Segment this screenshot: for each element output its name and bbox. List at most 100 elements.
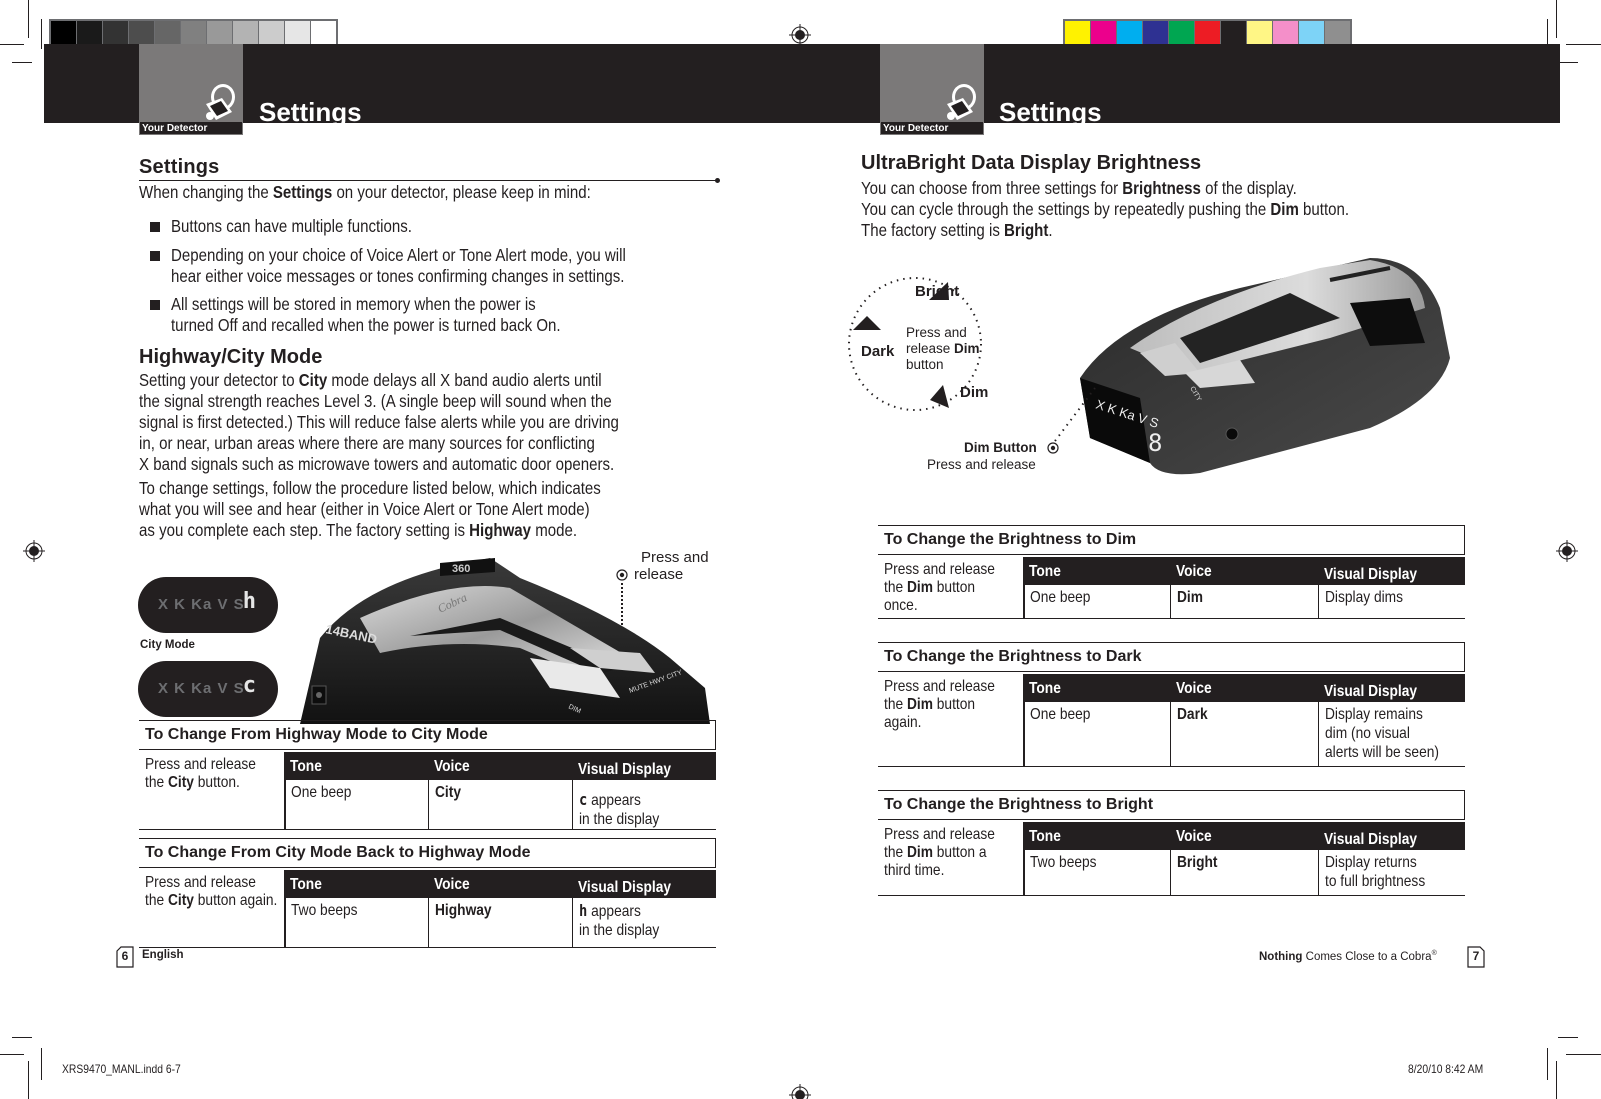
button-target-icon — [616, 569, 628, 581]
visual-line: dim (no visual — [1325, 724, 1465, 743]
page-number: 7 — [1472, 949, 1480, 963]
table-instruction: Press and release the City button. — [139, 752, 284, 792]
header-text: Voice — [434, 876, 470, 893]
text-line: signal is first detected.) This will red… — [139, 412, 697, 433]
text: in the display — [579, 811, 660, 828]
crop-mark — [12, 1037, 32, 1038]
line-content: You can cycle through the settings by re… — [861, 199, 1349, 220]
display-digit: 8 — [1148, 429, 1162, 457]
crop-mark — [41, 1048, 42, 1080]
city-display-illustration: X K Ka V S c — [138, 661, 278, 717]
bullet-icon — [150, 251, 160, 261]
header-text: Voice — [1176, 828, 1213, 845]
text: button. — [1298, 199, 1350, 219]
text: One beep — [1030, 706, 1091, 723]
state-bright: Bright — [915, 283, 960, 300]
procedure-table: To Change the Brightness to Bright Press … — [878, 790, 1465, 896]
text-line: To change settings, follow the procedure… — [139, 478, 676, 499]
crop-mark — [41, 19, 42, 49]
crop-mark — [0, 1054, 24, 1055]
dim-button-callout-sub: Press and release — [927, 457, 1036, 472]
text-line: The factory setting is Bright. — [861, 220, 1429, 241]
page-number: 6 — [121, 949, 129, 963]
voice-cell: Dark — [1170, 702, 1317, 766]
instruction-line: the City button. — [145, 774, 284, 792]
highway-city-paragraph: Setting your detector to City mode delay… — [139, 370, 697, 475]
text: To change settings, follow the procedure… — [139, 478, 601, 498]
bold-text: Bright — [1177, 854, 1218, 871]
text: of the display. — [1200, 178, 1297, 198]
header-text: Visual Display — [1323, 683, 1417, 700]
table-title-text: To Change the Brightness to Bright — [884, 796, 1154, 813]
text: Press and release — [145, 756, 256, 773]
state-dim: Dim — [960, 384, 989, 401]
text: One beep — [1030, 589, 1091, 606]
table-title: To Change the Brightness to Bright — [878, 791, 1465, 820]
header-text: Visual Display — [578, 879, 672, 896]
header-text: Voice — [434, 758, 470, 775]
text: the City button. — [145, 774, 240, 792]
text: Press and release — [884, 561, 995, 578]
text: the — [145, 892, 168, 909]
procedure-paragraph: To change settings, follow the procedure… — [139, 478, 676, 541]
line-content: the signal strength reaches Level 3. (A … — [139, 391, 612, 412]
instruction-line: once. — [884, 597, 1023, 615]
header-text: Voice — [1176, 680, 1213, 697]
voice-cell: City — [428, 780, 572, 829]
table-instruction: Press and release the Dim button once. — [878, 557, 1023, 615]
heading-rule — [139, 180, 717, 181]
header-text: Visual Display — [1323, 566, 1417, 583]
settings-bullet: All settings will be stored in memory wh… — [171, 294, 561, 335]
bold-text: City — [167, 774, 194, 791]
text: the — [884, 844, 907, 861]
highway-city-heading: Highway/City Mode — [139, 346, 323, 368]
instruction-line: Press and release — [884, 826, 1023, 844]
bold-text: City — [298, 370, 328, 390]
brightness-intro: You can choose from three settings for B… — [861, 178, 1429, 241]
highway-display-illustration: X K Ka V S h — [138, 577, 278, 633]
column-header: Visual Display — [1324, 831, 1432, 849]
text: the — [145, 774, 168, 791]
section-tab-label: Your Detector — [139, 121, 243, 135]
header-text: Tone — [1029, 680, 1061, 697]
table-title-text: To Change the Brightness to Dark — [884, 648, 1142, 665]
voice-cell: Bright — [1170, 850, 1317, 895]
visual-cell: h appears in the display — [572, 898, 716, 947]
bold-text: Dim — [1177, 589, 1204, 606]
line-content: To change settings, follow the procedure… — [139, 478, 601, 499]
header-text: Tone — [290, 758, 322, 775]
table-header-row: Tone Voice Visual Display — [284, 870, 716, 898]
text: You can choose from three settings for — [861, 178, 1123, 198]
visual-line: h appears — [579, 901, 716, 921]
text: Two beeps — [291, 902, 358, 919]
text-line: Setting your detector to City mode delay… — [139, 370, 697, 391]
procedure-table: To Change From Highway Mode to City Mode… — [139, 720, 716, 830]
text: the — [884, 696, 907, 713]
text: You can cycle through the settings by re… — [861, 199, 1271, 219]
table-header-row: Tone Voice Visual Display — [1023, 674, 1465, 702]
column-header: Tone — [290, 876, 327, 894]
bold-text: Brightness — [1122, 178, 1201, 198]
text-line: in, or near, urban areas where there are… — [139, 433, 697, 454]
text-line: You can cycle through the settings by re… — [861, 199, 1429, 220]
visual-line: in the display — [579, 810, 716, 829]
tone-cell: One beep — [1023, 585, 1170, 618]
registration-mark-icon — [789, 1084, 811, 1099]
settings-intro: When changing the Settings on your detec… — [139, 182, 591, 202]
bullet-icon — [150, 222, 160, 232]
line-content: The factory setting is Bright. — [861, 220, 1053, 241]
text: third time. — [884, 862, 945, 879]
text: Display returns — [1324, 854, 1417, 871]
column-header: Voice — [434, 758, 476, 776]
instruction-line: Press and release — [145, 874, 284, 892]
column-header: Visual Display — [578, 761, 686, 779]
text: appears — [587, 903, 641, 920]
text-line: what you will see and hear (either in Vo… — [139, 499, 676, 520]
callout-leader-line — [621, 583, 623, 625]
text: appears — [587, 792, 641, 809]
crop-mark — [28, 1061, 29, 1099]
table-title-text: To Change the Brightness to Dim — [884, 531, 1137, 548]
left-page-header-title: Settings — [259, 98, 362, 123]
text: button. — [193, 774, 240, 791]
registration-mark-icon — [1556, 540, 1578, 562]
